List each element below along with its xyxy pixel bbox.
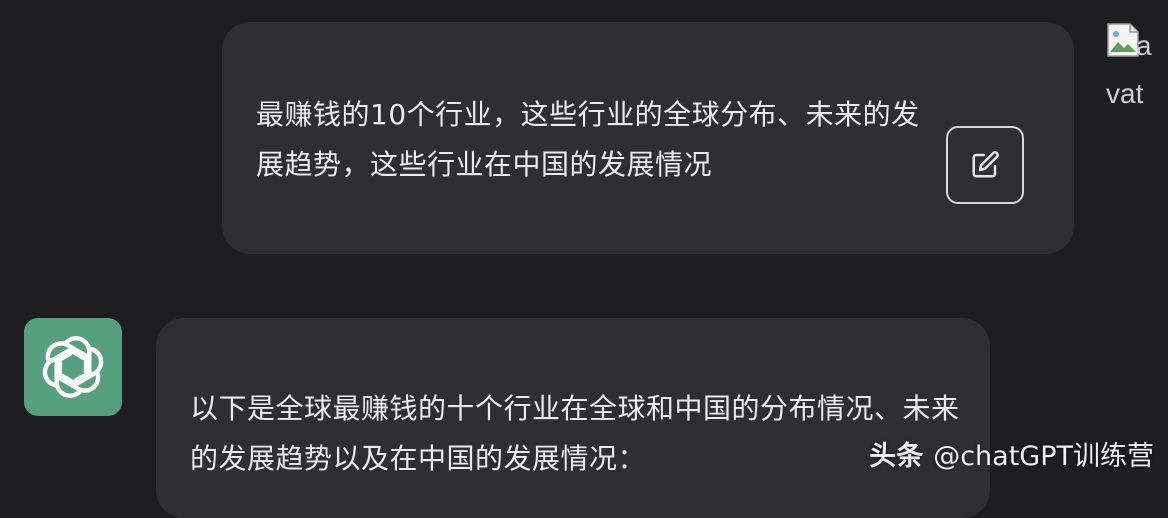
watermark: 头条 @chatGPT训练营: [869, 434, 1154, 473]
openai-logo-icon: [42, 336, 104, 398]
user-message-text: 最赚钱的10个行业，这些行业的全球分布、未来的发展趋势，这些行业在中国的发展情况: [256, 98, 920, 181]
watermark-handle: @chatGPT训练营: [933, 441, 1154, 472]
assistant-message-bubble: 以下是全球最赚钱的十个行业在全球和中国的分布情况、未来的发展趋势以及在中国的发展…: [156, 318, 990, 518]
edit-message-button[interactable]: [946, 126, 1024, 204]
watermark-brand: 头条: [869, 441, 924, 472]
assistant-avatar: [24, 318, 122, 416]
user-message-bubble: 最赚钱的10个行业，这些行业的全球分布、未来的发展趋势，这些行业在中国的发展情况: [222, 22, 1074, 254]
user-avatar: a vat: [1106, 20, 1168, 120]
avatar-alt-text-a: a: [1136, 30, 1152, 61]
assistant-message-text: 以下是全球最赚钱的十个行业在全球和中国的分布情况、未来的发展趋势以及在中国的发展…: [190, 392, 960, 475]
broken-image-icon: [1107, 23, 1139, 57]
edit-icon: [972, 151, 999, 178]
avatar-alt-text-vat: vat: [1106, 78, 1144, 109]
